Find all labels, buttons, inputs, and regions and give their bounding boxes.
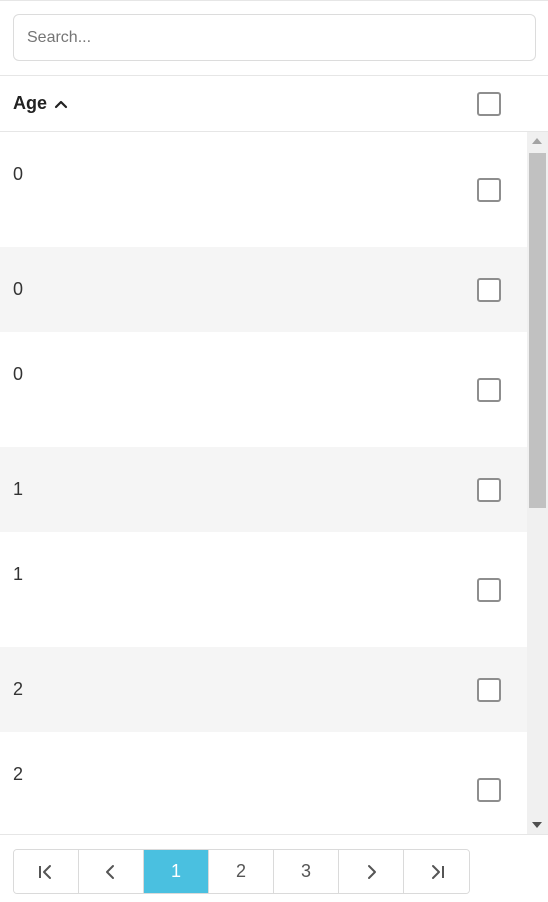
pager: 1 2 3: [0, 834, 548, 902]
chevron-left-icon: [106, 864, 114, 879]
page-button-1[interactable]: 1: [144, 850, 209, 893]
search-container: [13, 14, 536, 61]
next-page-button[interactable]: [339, 850, 404, 893]
select-all-checkbox[interactable]: [477, 92, 501, 116]
page-button-2[interactable]: 2: [209, 850, 274, 893]
age-cell: 0: [13, 364, 24, 384]
last-page-icon: [431, 864, 444, 879]
table-row[interactable]: 0: [0, 247, 527, 332]
row-checkbox[interactable]: [477, 778, 501, 802]
age-cell: 2: [13, 679, 24, 699]
row-checkbox[interactable]: [477, 278, 501, 302]
age-cell: 0: [13, 164, 24, 184]
first-page-icon: [39, 864, 51, 879]
table-row[interactable]: 1: [0, 447, 527, 532]
chevron-right-icon: [368, 864, 376, 879]
previous-page-button[interactable]: [79, 850, 144, 893]
first-page-button[interactable]: [14, 850, 79, 893]
search-input[interactable]: [13, 14, 536, 61]
grid-header: Age: [0, 75, 548, 132]
table-row[interactable]: 0: [0, 332, 527, 417]
column-header-label: Age: [13, 93, 48, 113]
column-header-age[interactable]: Age: [13, 76, 69, 131]
table-row[interactable]: 2: [0, 732, 527, 817]
age-cell: 1: [13, 564, 24, 584]
page-button-3[interactable]: 3: [274, 850, 339, 893]
grid-body: 0 0 0 1 1 2 2: [0, 132, 548, 834]
table-row[interactable]: 2: [0, 647, 527, 732]
age-cell: 1: [13, 479, 24, 499]
age-cell: 2: [13, 764, 24, 784]
chevron-up-icon: [53, 96, 69, 112]
pager-buttons: 1 2 3: [13, 849, 470, 894]
vertical-scrollbar[interactable]: [527, 132, 548, 834]
row-checkbox[interactable]: [477, 478, 501, 502]
row-checkbox[interactable]: [477, 578, 501, 602]
scroll-up-icon[interactable]: [532, 138, 542, 144]
last-page-button[interactable]: [404, 850, 469, 893]
table-row[interactable]: 0: [0, 132, 527, 217]
age-cell: 0: [13, 279, 24, 299]
row-checkbox[interactable]: [477, 378, 501, 402]
row-checkbox[interactable]: [477, 678, 501, 702]
scrollbar-thumb[interactable]: [529, 153, 546, 508]
table-row[interactable]: 1: [0, 532, 527, 617]
scroll-down-icon[interactable]: [532, 822, 542, 828]
data-grid-app: Age 0 0 0 1 1: [0, 0, 548, 902]
row-checkbox[interactable]: [477, 178, 501, 202]
